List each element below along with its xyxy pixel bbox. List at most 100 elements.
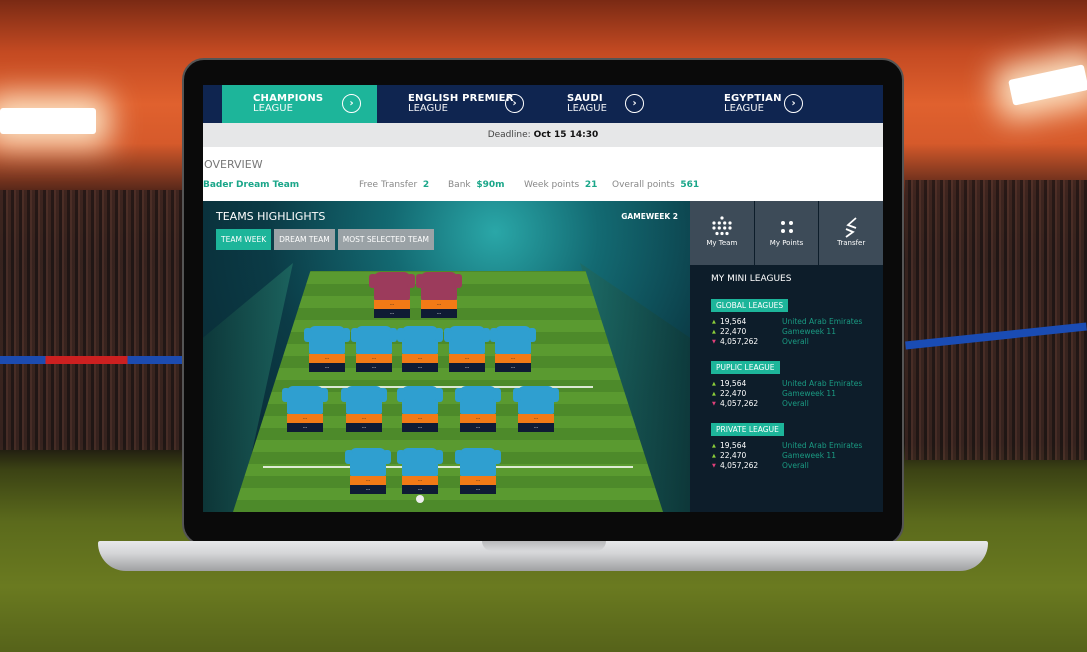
quick-actions: My Team My Points Transfer [690,201,883,265]
league-tag[interactable]: PUPLIC LEAGUE [711,361,780,374]
player-card[interactable]: --- --- [513,386,559,432]
player-points: --- [402,485,438,494]
trend-up-icon: ▲ [712,319,716,325]
league-row: ▼ 4,057,262 Overall [711,399,873,409]
league-row: ▲ 22,470 Gameweek 11 [711,327,873,337]
overview-title: OVERVIEW [204,158,263,171]
tab-saudi-league[interactable]: SAUDI LEAGUE › [532,85,687,123]
filter-most-selected-team[interactable]: MOST SELECTED TEAM [337,229,434,250]
jersey-icon [369,272,415,300]
jersey-icon [282,386,328,414]
player-card[interactable]: --- --- [282,386,328,432]
player-points: --- [495,363,531,372]
player-card[interactable]: --- --- [345,448,391,494]
chevron-right-circle-icon[interactable]: › [505,94,524,113]
goalkeeper-card[interactable]: --- --- [416,272,462,318]
jersey-icon [397,326,443,354]
mini-leagues-title: MY MINI LEAGUES [711,274,792,284]
player-name: --- [495,354,531,363]
highlights-title: TEAMS HIGHLIGHTS [216,210,326,223]
player-points: --- [374,309,410,318]
my-team-label: My Team [706,239,738,247]
jersey-icon [351,326,397,354]
player-card[interactable]: --- --- [397,326,443,372]
stat-overall-points: Overall points 561 [612,180,699,190]
goalkeeper-card[interactable]: --- --- [369,272,415,318]
league-row: ▲ 22,470 Gameweek 11 [711,389,873,399]
stat-bank: Bank $90m [448,180,505,190]
team-name[interactable]: Bader Dream Team [203,180,299,190]
transfer-arrows-icon [819,215,883,239]
league-tabs: CHAMPIONS LEAGUE › ENGLISH PREMIER LEAGUE … [203,85,883,123]
floodlight-left [0,108,96,134]
ball-icon [416,495,424,503]
rank-label[interactable]: United Arab Emirates [782,441,862,450]
league-row: ▲ 19,564 United Arab Emirates [711,317,873,327]
rank-label[interactable]: Overall [782,461,809,470]
player-card[interactable]: --- --- [341,386,387,432]
crowd-right [905,180,1087,460]
tab-champions-league[interactable]: CHAMPIONS LEAGUE › [222,85,377,123]
my-team-button[interactable]: My Team [690,201,754,265]
player-points: --- [460,485,496,494]
trend-up-icon: ▲ [712,391,716,397]
player-points: --- [518,423,554,432]
rank-label[interactable]: Gameweek 11 [782,389,836,398]
player-name: --- [346,414,382,423]
player-name: --- [402,476,438,485]
player-card[interactable]: --- --- [455,448,501,494]
rank-value: 22,470 [720,327,747,336]
rank-label[interactable]: Gameweek 11 [782,327,836,336]
rank-label[interactable]: United Arab Emirates [782,317,862,326]
stat-free-transfer: Free Transfer 2 [359,180,429,190]
player-name: --- [350,476,386,485]
jersey-icon [345,448,391,476]
teams-highlights: TEAMS HIGHLIGHTS GAMEWEEK 2 TEAM WEEK DR… [203,201,690,512]
jersey-icon [416,272,462,300]
rank-label[interactable]: Overall [782,337,809,346]
player-card[interactable]: --- --- [444,326,490,372]
player-card[interactable]: --- --- [351,326,397,372]
chevron-right-circle-icon[interactable]: › [784,94,803,113]
player-card[interactable]: --- --- [304,326,350,372]
rank-label[interactable]: Overall [782,399,809,408]
rank-label[interactable]: United Arab Emirates [782,379,862,388]
four-dots-icon [755,215,819,239]
league-tag[interactable]: GLOBAL LEAGUES [711,299,789,312]
player-card[interactable]: --- --- [397,448,443,494]
tab-egyptian-league[interactable]: EGYPTIAN LEAGUE › [687,85,842,123]
my-points-button[interactable]: My Points [754,201,819,265]
filter-team-week[interactable]: TEAM WEEK [216,229,272,250]
tab-subtitle: LEAGUE [724,103,764,114]
chevron-right-circle-icon[interactable]: › [625,94,644,113]
stat-value: 2 [422,180,430,190]
player-name: --- [309,354,345,363]
player-card[interactable]: --- --- [455,386,501,432]
rank-value: 19,564 [720,379,747,388]
trend-down-icon: ▼ [712,339,716,345]
league-tag[interactable]: PRIVATE LEAGUE [711,423,784,436]
chevron-right-circle-icon[interactable]: › [342,94,361,113]
player-points: --- [402,363,438,372]
player-points: --- [449,363,485,372]
player-name: --- [421,300,457,309]
filter-dream-team[interactable]: DREAM TEAM [274,229,335,250]
player-points: --- [356,363,392,372]
deadline-value: Oct 15 14:30 [533,130,599,140]
side-panel: My Team My Points Transfer MY MINI LEAGU… [690,201,883,512]
transfer-button[interactable]: Transfer [819,201,883,265]
trend-down-icon: ▼ [712,463,716,469]
player-name: --- [402,414,438,423]
rank-value: 22,470 [720,451,747,460]
player-points: --- [460,423,496,432]
player-points: --- [421,309,457,318]
player-points: --- [309,363,345,372]
my-points-label: My Points [769,239,804,247]
player-name: --- [374,300,410,309]
player-card[interactable]: --- --- [397,386,443,432]
player-points: --- [402,423,438,432]
rank-label[interactable]: Gameweek 11 [782,451,836,460]
player-card[interactable]: --- --- [490,326,536,372]
highlight-filters: TEAM WEEK DREAM TEAM MOST SELECTED TEAM [216,229,434,250]
tab-english-premier-league[interactable]: ENGLISH PREMIER LEAGUE › [377,85,532,123]
